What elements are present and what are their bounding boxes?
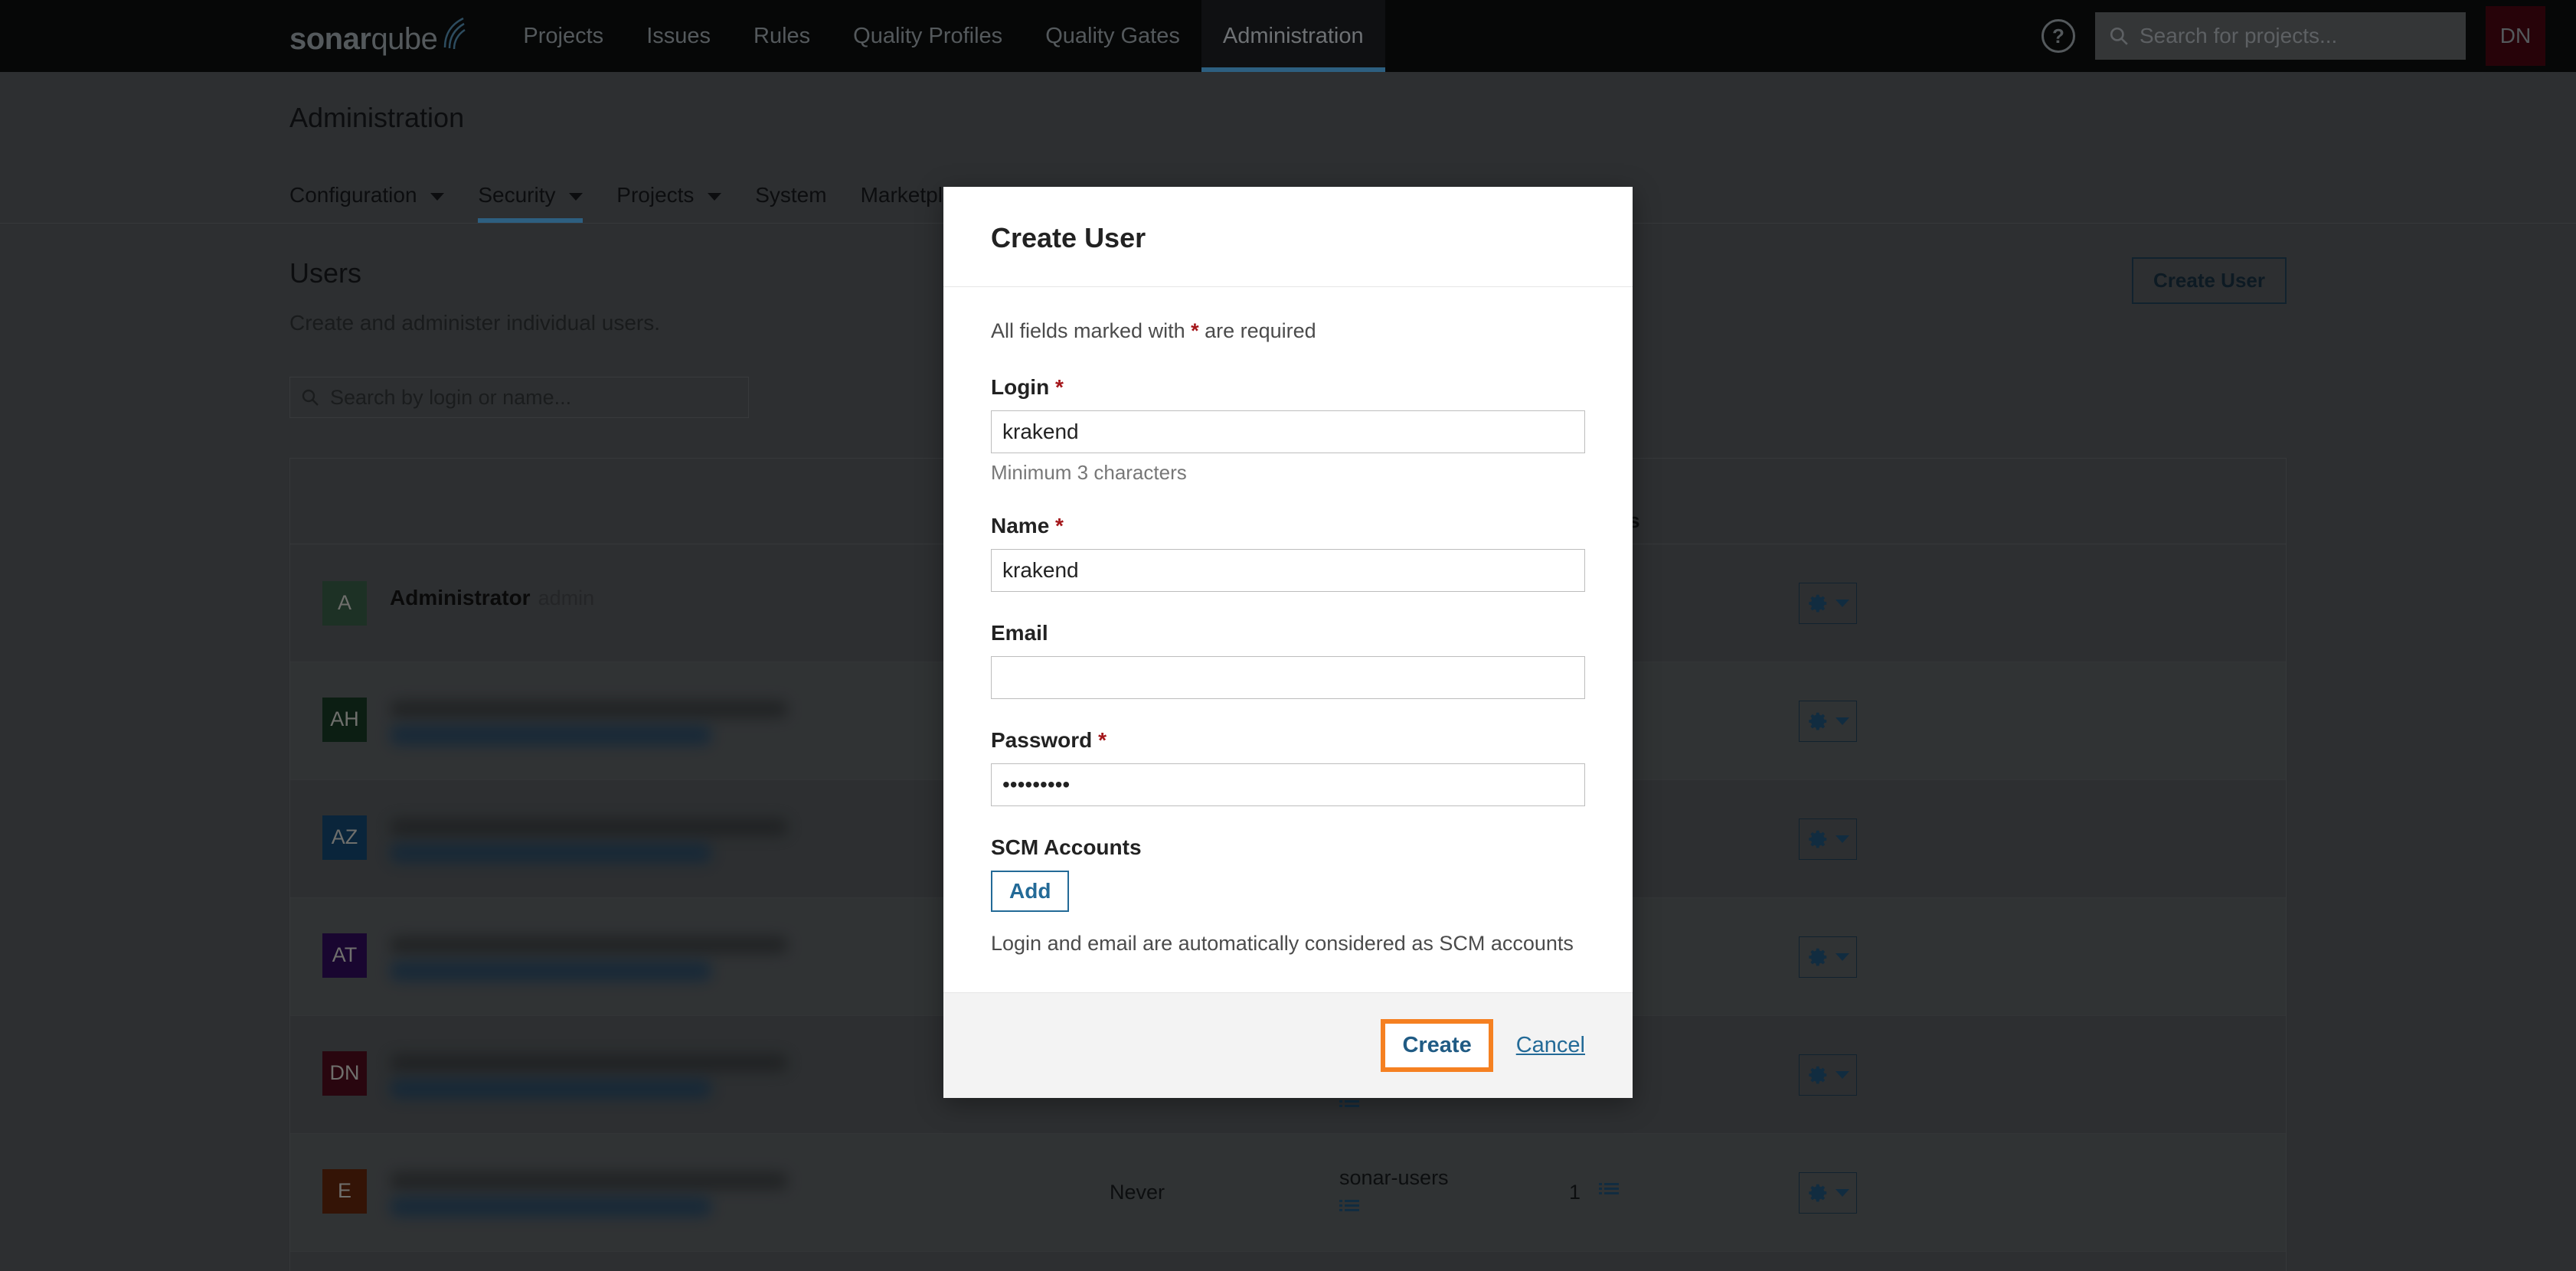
modal-title: Create User [991,222,1585,254]
modal-header: Create User [943,187,1633,287]
email-label: Email [991,621,1585,645]
login-hint: Minimum 3 characters [991,461,1585,485]
login-input[interactable] [991,410,1585,453]
password-label: Password * [991,728,1585,753]
email-input[interactable] [991,656,1585,699]
modal-create-button[interactable]: Create [1381,1019,1492,1072]
scm-accounts-label: SCM Accounts [991,835,1585,860]
login-label-text: Login [991,375,1049,399]
scm-accounts-group: SCM Accounts Add Login and email are aut… [991,835,1585,956]
name-label: Name * [991,514,1585,538]
modal-cancel-link[interactable]: Cancel [1516,1033,1585,1058]
name-field-group: Name * [991,514,1585,592]
name-required-asterisk: * [1055,514,1064,537]
modal-body: All fields marked with * are required Lo… [943,287,1633,992]
app-root: sonar qube Projects Issues Rules Quality… [0,0,2576,1271]
required-fields-note: All fields marked with * are required [991,319,1585,343]
required-note-suffix: are required [1199,319,1316,342]
login-required-asterisk: * [1055,375,1064,399]
required-asterisk: * [1191,319,1199,342]
password-label-text: Password [991,728,1092,752]
add-scm-account-button[interactable]: Add [991,871,1069,912]
name-input[interactable] [991,549,1585,592]
password-input[interactable] [991,763,1585,806]
name-label-text: Name [991,514,1049,537]
scm-accounts-hint: Login and email are automatically consid… [991,932,1585,956]
password-required-asterisk: * [1098,728,1107,752]
modal-footer: Create Cancel [943,992,1633,1098]
password-field-group: Password * [991,728,1585,806]
email-label-text: Email [991,621,1048,645]
required-note-prefix: All fields marked with [991,319,1191,342]
login-label: Login * [991,375,1585,400]
login-field-group: Login * Minimum 3 characters [991,375,1585,485]
create-user-modal: Create User All fields marked with * are… [943,187,1633,1098]
email-field-group: Email [991,621,1585,699]
